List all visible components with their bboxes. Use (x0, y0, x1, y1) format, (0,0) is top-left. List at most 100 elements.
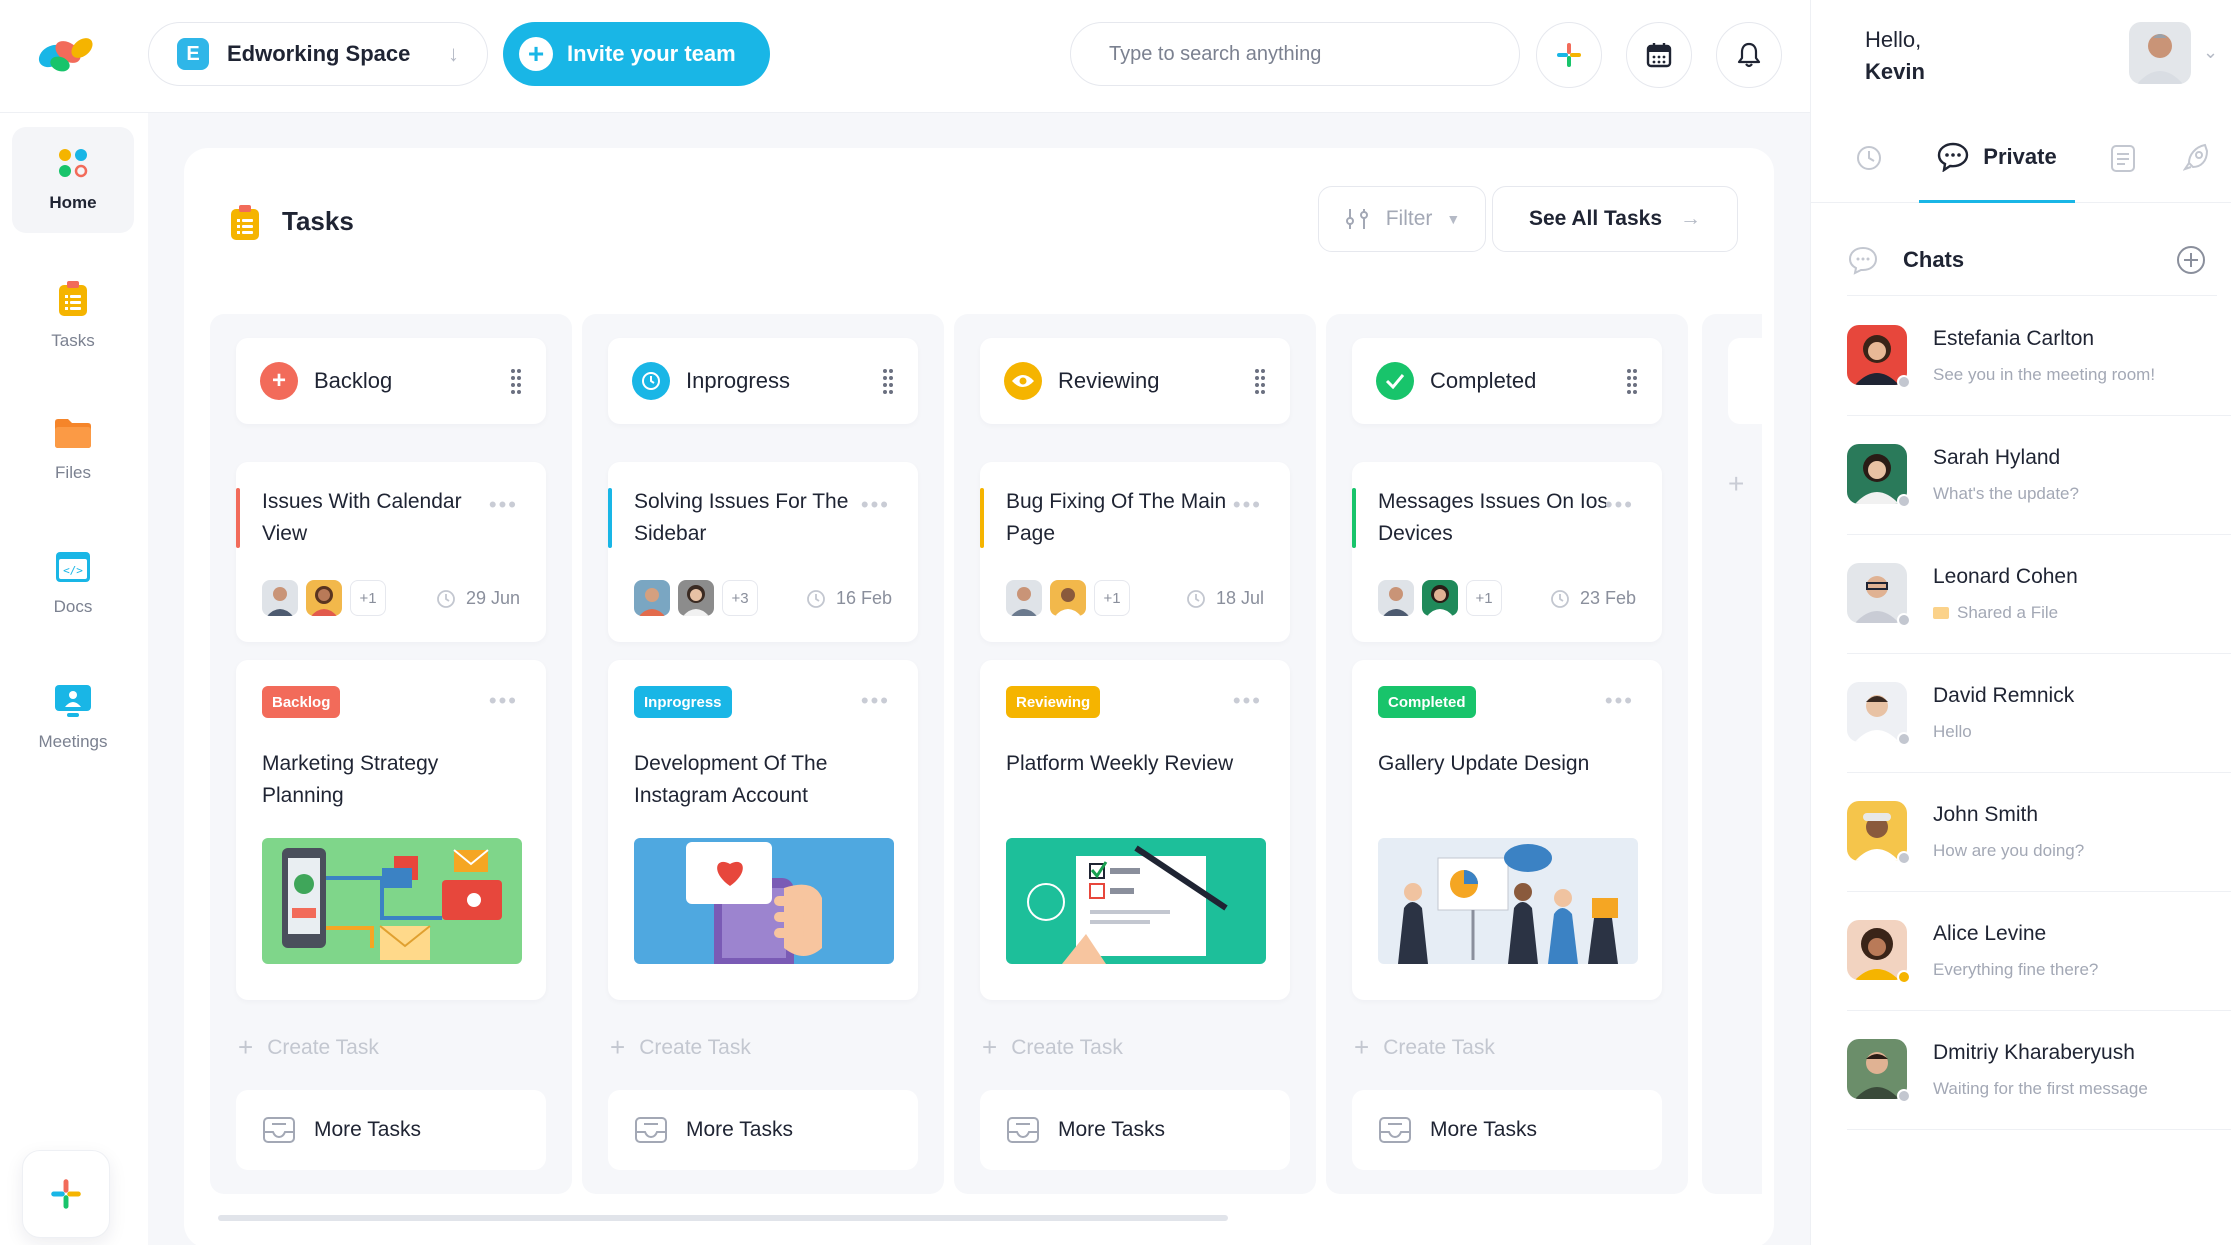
drag-handle-icon[interactable] (510, 368, 522, 394)
more-options-icon[interactable]: ••• (1605, 492, 1634, 518)
more-tasks-button[interactable]: More Tasks (1352, 1090, 1662, 1170)
more-options-icon[interactable]: ••• (861, 688, 890, 714)
drag-handle-icon[interactable] (1626, 368, 1638, 394)
task-card[interactable]: Inprogress ••• Development Of The Instag… (608, 660, 918, 1000)
app-logo[interactable] (38, 34, 96, 74)
chat-name: David Remnick (1933, 684, 2075, 707)
tab-history[interactable] (1833, 113, 1905, 203)
search-input[interactable] (1070, 22, 1520, 86)
chat-item[interactable]: Dmitriy Kharaberyush Waiting for the fir… (1847, 1011, 2231, 1130)
calendar-button[interactable] (1626, 22, 1692, 88)
tab-notes[interactable] (2087, 113, 2159, 203)
add-chat-icon[interactable] (2175, 244, 2207, 276)
task-card[interactable]: Completed ••• Gallery Update Design (1352, 660, 1662, 1000)
more-tasks-button[interactable]: More Tasks (608, 1090, 918, 1170)
more-tasks-button[interactable]: More Tasks (980, 1090, 1290, 1170)
avatar (1847, 444, 1907, 504)
avatar (678, 580, 714, 616)
more-options-icon[interactable]: ••• (1233, 492, 1262, 518)
avatar (306, 580, 342, 616)
nav-meetings[interactable]: Meetings (12, 665, 134, 771)
task-card[interactable]: Bug Fixing Of The Main Page ••• +1 18 Ju… (980, 462, 1290, 642)
chat-item[interactable]: David Remnick Hello (1847, 654, 2231, 773)
card-accent (980, 488, 984, 548)
colorful-plus-icon (1557, 43, 1581, 67)
user-name: Kevin (1865, 59, 1925, 84)
more-tasks-label: More Tasks (1058, 1118, 1165, 1141)
see-all-tasks-label: See All Tasks (1528, 207, 1663, 230)
filter-button[interactable]: Filter ▼ (1318, 186, 1486, 252)
status-badge: Inprogress (634, 686, 732, 718)
inbox-icon (1007, 1117, 1039, 1143)
clock-icon (437, 589, 455, 608)
code-doc-icon: </> (56, 552, 90, 582)
more-options-icon[interactable]: ••• (489, 688, 518, 714)
clock-icon (1551, 589, 1569, 608)
due-date-text: 16 Feb (835, 588, 892, 608)
more-assignees-badge[interactable]: +1 (1094, 580, 1130, 616)
create-task-label: Create Task (1011, 1035, 1123, 1059)
chat-item[interactable]: Leonard Cohen Shared a File (1847, 535, 2231, 654)
task-thumbnail (262, 838, 522, 964)
more-options-icon[interactable]: ••• (1605, 688, 1634, 714)
notes-icon (2111, 145, 2135, 172)
more-assignees-badge[interactable]: +1 (350, 580, 386, 616)
task-card[interactable]: Solving Issues For The Sidebar ••• +3 16… (608, 462, 918, 642)
workspace-switcher[interactable]: E Edworking Space ↓ (148, 22, 488, 86)
chat-preview: How are you doing? (1933, 841, 2085, 860)
plus-icon: + (1354, 1032, 1370, 1062)
create-task-button[interactable]: + Create Task (1354, 1032, 1495, 1063)
due-date: 18 Jul (1186, 588, 1264, 609)
more-assignees-badge[interactable]: +3 (722, 580, 758, 616)
presence-dot (1897, 375, 1911, 389)
task-thumbnail (1006, 838, 1266, 964)
notifications-button[interactable] (1716, 22, 1782, 88)
chat-item[interactable]: John Smith How are you doing? (1847, 773, 2231, 892)
more-tasks-button[interactable]: More Tasks (236, 1090, 546, 1170)
chat-name: Leonard Cohen (1933, 565, 2078, 588)
task-card[interactable]: Backlog ••• Marketing Strategy Planning (236, 660, 546, 1000)
chat-item[interactable]: Sarah Hyland What's the update? (1847, 416, 2231, 535)
drag-handle-icon[interactable] (1254, 368, 1266, 394)
add-column-icon[interactable]: + (1728, 468, 1744, 500)
assignees: +1 (1006, 580, 1130, 616)
presence-dot (1897, 970, 1911, 984)
chat-item[interactable]: Estefania Carlton See you in the meeting… (1847, 297, 2231, 416)
avatar (1847, 1039, 1907, 1099)
nav-home-label: Home (49, 193, 97, 212)
plus-icon: + (610, 1032, 626, 1062)
quick-create-button[interactable] (22, 1150, 110, 1238)
nav-files[interactable]: Files (12, 397, 134, 503)
presence-dot (1897, 613, 1911, 627)
folder-icon (1933, 607, 1949, 619)
task-card[interactable]: Reviewing ••• Platform Weekly Review (980, 660, 1290, 1000)
task-title: Messages Issues On Ios Devices (1378, 490, 1608, 545)
avatar[interactable] (2129, 22, 2191, 84)
nav-docs[interactable]: </> Docs (12, 531, 134, 637)
tab-activity[interactable] (2163, 113, 2229, 203)
task-card[interactable]: Messages Issues On Ios Devices ••• +1 23… (1352, 462, 1662, 642)
clock-circle-icon (632, 362, 670, 400)
quick-add-button[interactable] (1536, 22, 1602, 88)
avatar (1006, 580, 1042, 616)
chat-item[interactable]: Alice Levine Everything fine there? (1847, 892, 2231, 1011)
see-all-tasks-button[interactable]: See All Tasks → (1492, 186, 1738, 252)
create-task-button[interactable]: + Create Task (610, 1032, 751, 1063)
chevron-down-icon[interactable]: ⌄ (2203, 42, 2218, 63)
nav-home[interactable]: Home (12, 127, 134, 233)
more-options-icon[interactable]: ••• (1233, 688, 1262, 714)
create-task-button[interactable]: + Create Task (982, 1032, 1123, 1063)
invite-team-button[interactable]: + Invite your team (503, 22, 770, 86)
chat-bubble-icon (1848, 246, 1878, 275)
task-card[interactable]: Issues With Calendar View ••• +1 29 Jun (236, 462, 546, 642)
history-icon (1857, 146, 1881, 170)
more-options-icon[interactable]: ••• (861, 492, 890, 518)
nav-meetings-label: Meetings (38, 732, 108, 751)
more-assignees-badge[interactable]: +1 (1466, 580, 1502, 616)
drag-handle-icon[interactable] (882, 368, 894, 394)
more-options-icon[interactable]: ••• (489, 492, 518, 518)
nav-tasks[interactable]: Tasks (12, 263, 134, 369)
create-task-button[interactable]: + Create Task (238, 1032, 379, 1063)
horizontal-scrollbar[interactable] (218, 1215, 1228, 1221)
tab-private[interactable]: Private (1919, 113, 2075, 203)
